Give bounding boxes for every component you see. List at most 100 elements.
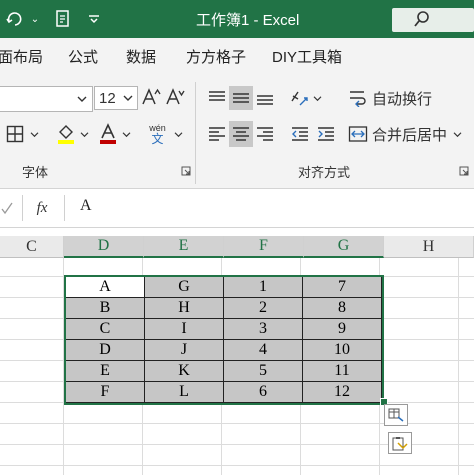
window-title: 工作簿1 - Excel [196, 12, 300, 29]
table-row: A G 1 7 [66, 277, 382, 298]
decrease-indent-icon[interactable] [288, 121, 312, 147]
middle-align-icon[interactable] [229, 86, 253, 110]
borders-icon [6, 125, 23, 143]
table-cell[interactable]: A [66, 277, 145, 298]
orientation-button[interactable] [288, 85, 324, 111]
column-header-f[interactable]: F [224, 236, 304, 258]
group-divider [195, 82, 196, 184]
font-size-value: 12 [99, 89, 116, 107]
quick-analysis-button[interactable] [384, 404, 408, 426]
tell-me-search[interactable] [392, 8, 474, 32]
table-cell[interactable]: 3 [224, 319, 303, 340]
table-cell[interactable]: 2 [224, 298, 303, 319]
paste-options-icon [392, 437, 408, 451]
tab-data[interactable]: 数据 [126, 46, 156, 67]
table-cell[interactable]: 8 [303, 298, 382, 319]
font-size-select[interactable]: 12 [94, 86, 138, 110]
tab-diy-toolbox[interactable]: DIY工具箱 [272, 46, 342, 67]
title-bar: ⌄ 工作簿1 - Excel [0, 0, 474, 38]
wrap-text-button[interactable]: 自动换行 [348, 85, 468, 111]
quick-analysis-icon [388, 408, 404, 422]
customize-quick-access-icon[interactable] [86, 0, 102, 38]
table-cell[interactable]: 9 [303, 319, 382, 340]
formula-input[interactable]: A [80, 197, 92, 215]
table-cell[interactable]: 7 [303, 277, 382, 298]
insert-function-icon[interactable]: fx [30, 197, 54, 219]
table-cell[interactable]: D [66, 340, 145, 361]
column-header-e[interactable]: E [144, 236, 224, 258]
table-cell[interactable]: H [145, 298, 224, 319]
table-cell[interactable]: F [66, 382, 145, 403]
table-cell[interactable]: J [145, 340, 224, 361]
column-header-d[interactable]: D [64, 236, 144, 258]
fill-color-button[interactable] [54, 120, 90, 148]
table-cell[interactable]: 4 [224, 340, 303, 361]
table-cell[interactable]: 11 [303, 361, 382, 382]
column-header-c[interactable]: C [0, 236, 64, 258]
borders-button[interactable] [2, 121, 42, 147]
wrap-text-icon [350, 91, 366, 107]
enter-check-icon[interactable] [0, 199, 14, 217]
merge-center-icon [348, 126, 368, 142]
paste-options-button[interactable] [388, 432, 412, 454]
table-cell[interactable]: C [66, 319, 145, 340]
chevron-down-icon [123, 95, 133, 101]
font-dialog-launcher-icon[interactable] [180, 165, 192, 177]
merge-center-button[interactable]: 合并后居中 [348, 121, 470, 147]
table-cell[interactable]: 6 [224, 382, 303, 403]
table-cell[interactable]: 5 [224, 361, 303, 382]
formula-bar: fx A [0, 189, 474, 228]
table-row: C I 3 9 [66, 319, 382, 340]
font-name-select[interactable] [0, 86, 93, 112]
top-align-icon[interactable] [205, 86, 229, 110]
chevron-down-icon [174, 131, 183, 137]
table-cell[interactable]: 1 [224, 277, 303, 298]
formula-divider [22, 195, 23, 221]
text-orientation-icon [291, 91, 308, 106]
search-icon [414, 10, 430, 32]
chevron-down-icon [77, 96, 87, 102]
column-header-g[interactable]: G [304, 236, 384, 258]
increase-indent-icon[interactable] [314, 121, 338, 147]
wrap-text-label: 自动换行 [372, 90, 433, 108]
table-cell[interactable]: 10 [303, 340, 382, 361]
chevron-down-icon [313, 95, 322, 101]
redo-icon[interactable] [2, 0, 28, 38]
table-row: D J 4 10 [66, 340, 382, 361]
tab-page-layout[interactable]: 面布局 [0, 46, 43, 67]
tab-formulas[interactable]: 公式 [68, 46, 98, 67]
align-center-icon[interactable] [229, 121, 253, 147]
ribbon: 面布局 公式 数据 方方格子 DIY工具箱 12 wén 文 字体 自动换行 合… [0, 38, 474, 189]
table-cell[interactable]: K [145, 361, 224, 382]
table-row: B H 2 8 [66, 298, 382, 319]
increase-font-size-icon[interactable] [140, 85, 162, 109]
tab-fangfang-grid[interactable]: 方方格子 [186, 46, 246, 67]
chevron-down-icon [453, 131, 462, 137]
font-color-icon [99, 123, 116, 144]
table-cell[interactable]: B [66, 298, 145, 319]
selected-range[interactable]: A G 1 7 B H 2 8 C I 3 9 D J 4 10 E K 5 1… [64, 275, 384, 405]
align-right-icon[interactable] [253, 121, 277, 147]
table-cell[interactable]: 12 [303, 382, 382, 403]
chevron-down-icon [80, 131, 88, 137]
table-row: E K 5 11 [66, 361, 382, 382]
paint-bucket-icon [57, 125, 74, 144]
phonetic-guide-button[interactable]: wén 文 [146, 120, 186, 148]
pinyin-bottom: 文 [151, 131, 164, 146]
decrease-font-size-icon[interactable] [164, 85, 186, 109]
align-left-icon[interactable] [205, 121, 229, 147]
column-header-h[interactable]: H [384, 236, 474, 258]
group-label-alignment: 对齐方式 [298, 165, 351, 180]
table-cell[interactable]: I [145, 319, 224, 340]
table-cell[interactable]: E [66, 361, 145, 382]
merge-center-label: 合并后居中 [372, 126, 448, 144]
quick-access-doc-icon[interactable] [52, 0, 74, 38]
font-color-button[interactable] [96, 120, 132, 148]
group-label-font: 字体 [22, 165, 49, 180]
redo-dropdown-icon[interactable]: ⌄ [28, 0, 42, 38]
table-cell[interactable]: G [145, 277, 224, 298]
bottom-align-icon[interactable] [253, 86, 277, 110]
table-cell[interactable]: L [145, 382, 224, 403]
alignment-dialog-launcher-icon[interactable] [458, 165, 470, 177]
table-row: F L 6 12 [66, 382, 382, 403]
